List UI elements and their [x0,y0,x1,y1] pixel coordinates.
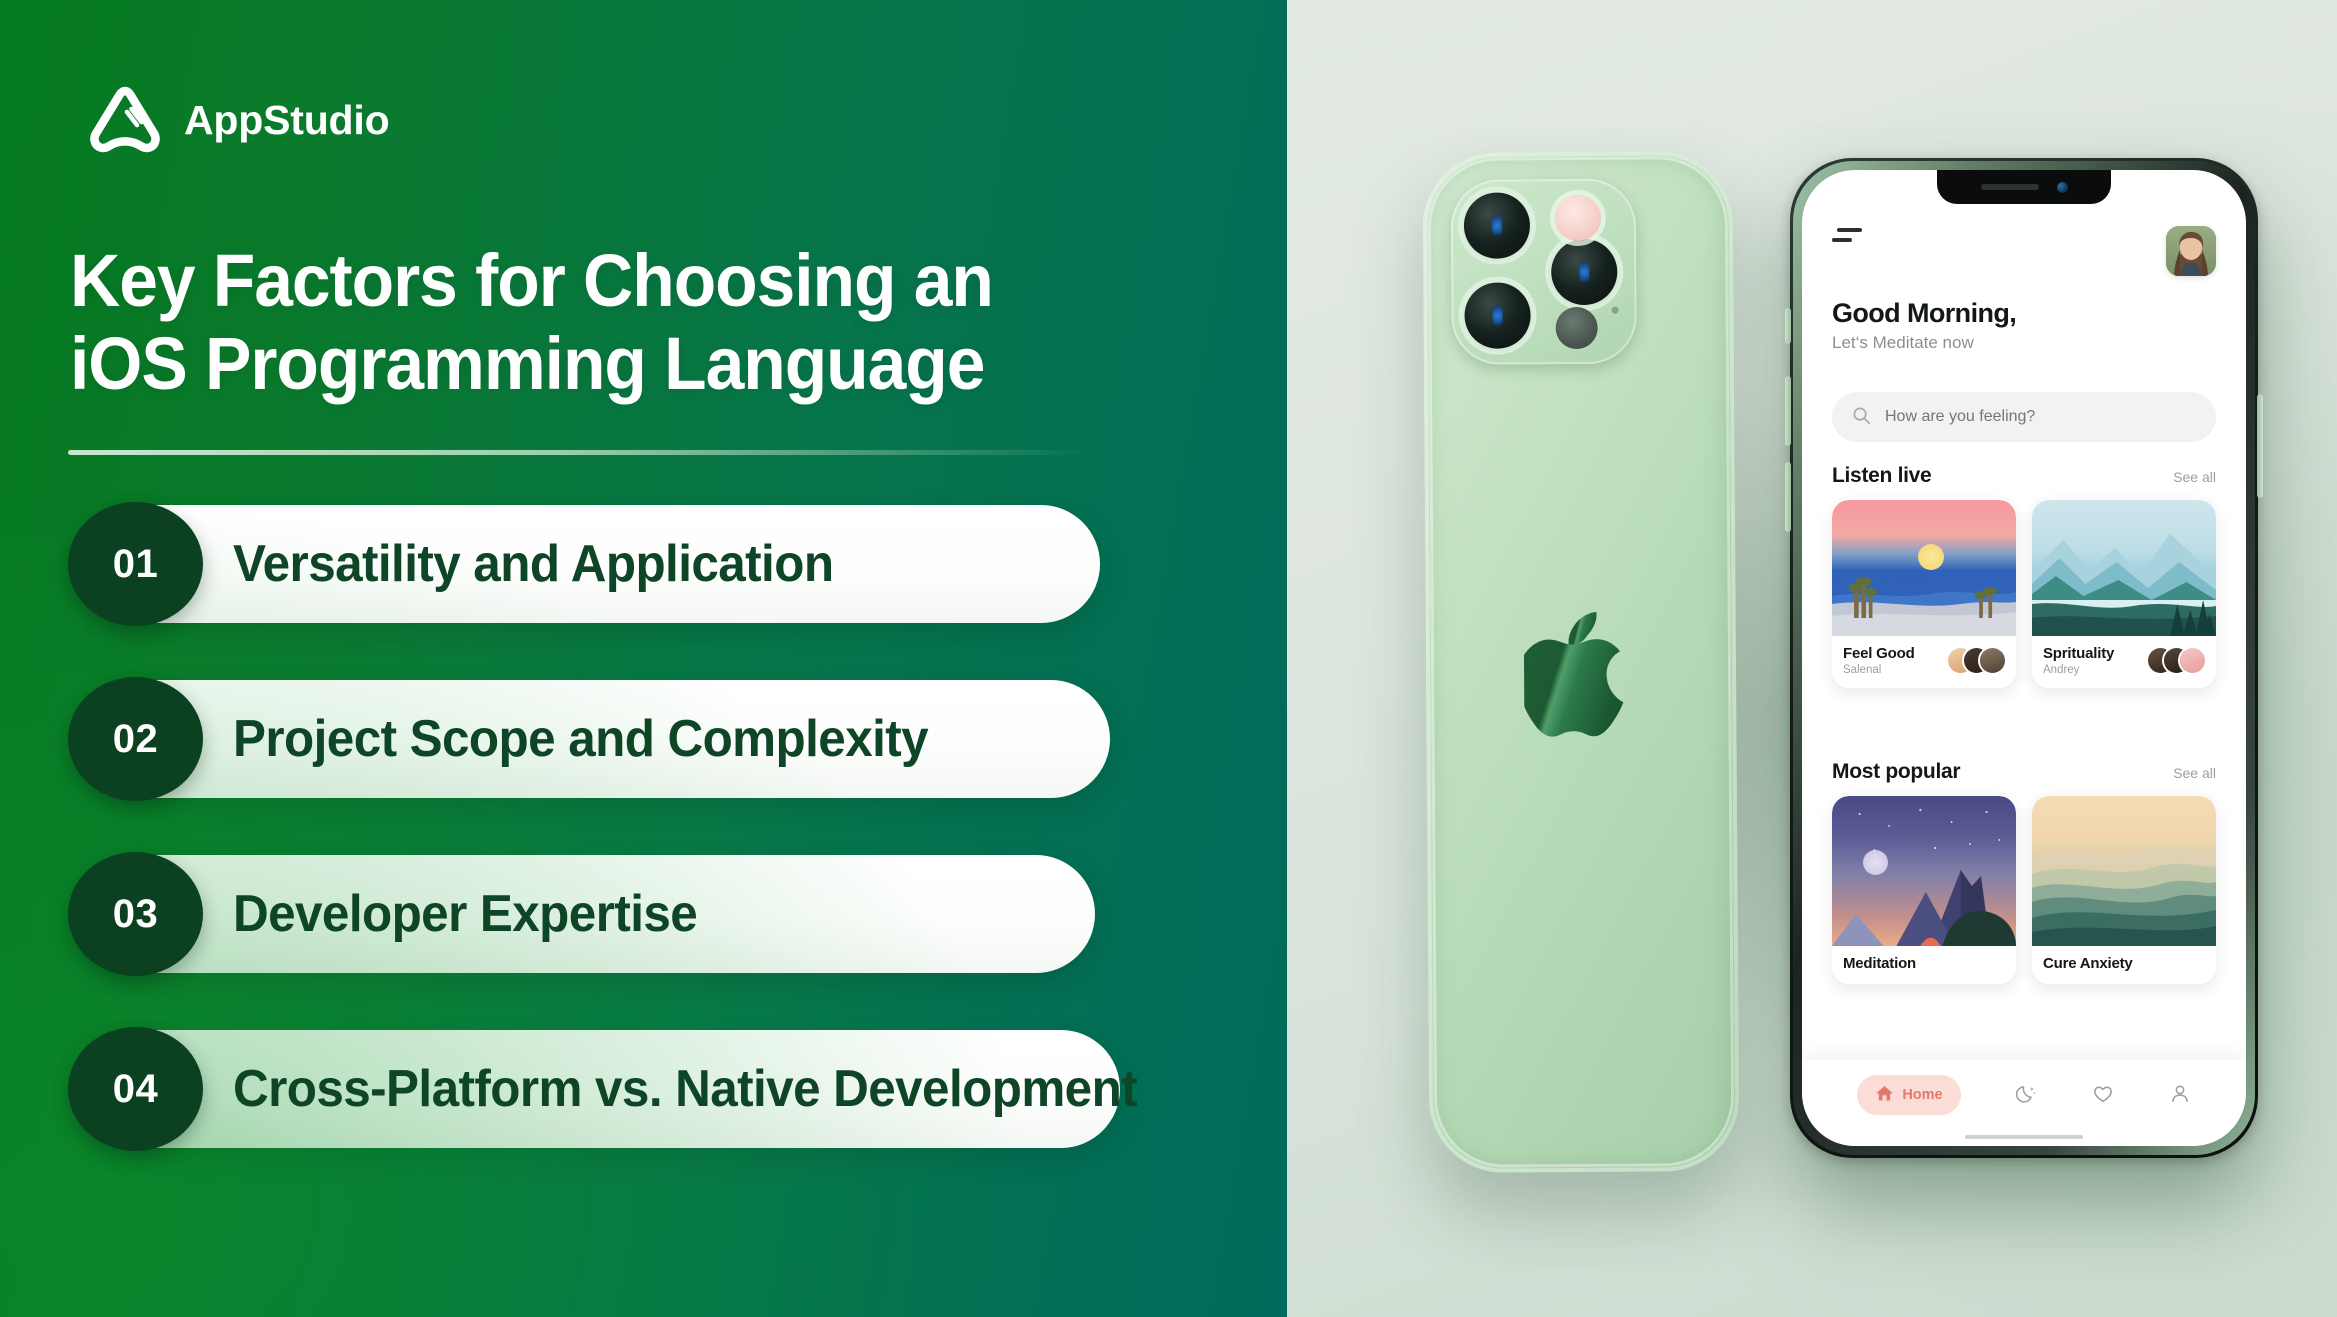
list-item[interactable]: 02 Project Scope and Complexity [68,677,1110,801]
list-item[interactable]: 01 Versatility and Application [68,502,1108,626]
camera-lens [1463,192,1531,259]
card-subtitle: Salenal [1843,664,1882,676]
section-title: Most popular [1832,760,1961,783]
list-item[interactable]: Sprituality Andrey [2032,500,2216,688]
see-all-link[interactable]: See all [2173,469,2216,485]
greeting-title: Good Morning, [1832,298,2017,328]
factor-number-badge: 01 [68,502,203,626]
card-title: Feel Good [1843,645,1915,662]
list-item[interactable]: 03 Developer Expertise [68,852,1108,976]
card-title: Cure Anxiety [2043,955,2133,972]
volume-down-button[interactable] [1785,462,1791,532]
avatar [1980,648,2005,673]
factor-number: 04 [112,1066,159,1111]
title-divider [68,450,1093,455]
lidar-sensor-icon [1555,306,1598,350]
heart-icon [2092,1083,2114,1108]
tab-favorites[interactable] [2092,1083,2114,1108]
list-item[interactable]: Cure Anxiety [2032,796,2216,984]
cards-most-popular: Meditation Cure Anxiety [1832,796,2216,984]
mountain-lake-scene [2032,500,2216,636]
factor-number: 02 [112,716,159,761]
volume-up-button[interactable] [1785,376,1791,446]
hazy-dunes-scene [2032,796,2216,946]
tab-sleep[interactable] [2015,1083,2037,1108]
search-icon [1852,406,1871,428]
card-meta: Meditation [1832,946,2016,984]
card-meta: Cure Anxiety [2032,946,2216,984]
moon-sparkle-icon [2015,1083,2037,1108]
home-icon [1875,1084,1894,1106]
tab-home[interactable]: Home [1857,1075,1961,1115]
bottom-navigation: Home [1802,1060,2246,1146]
triangle-arrow-logo-icon [88,85,162,155]
avatar [2180,648,2205,673]
phone-screen: Good Morning, Let‘s Meditate now How are… [1802,170,2246,1146]
earpiece-speaker-icon [1980,184,2039,190]
phone-bezel: Good Morning, Let‘s Meditate now How are… [1793,161,2255,1155]
card-title: Sprituality [2043,645,2115,662]
hamburger-menu-icon[interactable] [1832,226,1862,246]
left-green-panel: AppStudio Key Factors for Choosing an iO… [0,0,1287,1317]
camera-flash-icon [1554,194,1602,242]
person-icon [2169,1083,2191,1108]
section-title: Listen live [1832,464,1932,487]
list-item[interactable]: Feel Good Salenal [1832,500,2016,688]
camera-lens [1464,282,1531,349]
camera-lens [1551,238,1618,306]
cards-listen-live: Feel Good Salenal Sprituality Andrey [1832,500,2216,688]
power-button[interactable] [2257,394,2263,498]
search-bar[interactable] [1832,392,2216,442]
home-indicator [1965,1135,2083,1139]
section-header-listen-live: Listen live See all [1832,464,2216,488]
triple-camera-module-icon [1450,178,1637,365]
avatar-stack [1948,648,2005,673]
list-item[interactable]: Meditation [1832,796,2016,984]
meditation-app: Good Morning, Let‘s Meditate now How are… [1802,170,2246,1146]
factors-list: 01 Versatility and Application 02 Projec… [68,502,1138,1205]
factor-number: 03 [112,891,159,936]
card-meta: Sprituality Andrey [2032,636,2216,688]
mute-switch[interactable] [1785,308,1791,344]
tab-profile[interactable] [2169,1083,2191,1108]
card-meta: Feel Good Salenal [1832,636,2016,688]
app-header [1832,226,2216,276]
search-input[interactable] [1885,408,2196,426]
user-avatar-photo[interactable] [2166,226,2216,276]
factor-label: Developer Expertise [233,885,698,943]
greeting-block: Good Morning, Let‘s Meditate now [1832,298,2017,353]
section-header-most-popular: Most popular See all [1832,760,2216,784]
iphone-front-mockup: Good Morning, Let‘s Meditate now How are… [1785,158,2263,1158]
see-all-link[interactable]: See all [2173,765,2216,781]
front-camera-icon [2056,181,2068,193]
factor-number-badge: 04 [68,1027,203,1151]
desert-sunset-scene [1832,500,2016,636]
microphone-hole-icon [1611,306,1619,314]
brand-logo[interactable]: AppStudio [88,85,390,155]
factor-label: Project Scope and Complexity [233,710,929,768]
list-item[interactable]: 04 Cross-Platform vs. Native Development [68,1027,1138,1151]
factor-number-badge: 03 [68,852,203,976]
tab-home-label: Home [1902,1087,1943,1103]
apple-logo-icon [1518,611,1639,749]
iphone-back-mockup [1422,150,1740,1174]
factor-number: 01 [112,541,159,586]
card-subtitle: Andrey [2043,664,2080,676]
page-title: Key Factors for Choosing an iOS Programm… [70,239,994,405]
factor-number-badge: 02 [68,677,203,801]
factor-label: Cross-Platform vs. Native Development [233,1060,1138,1118]
notch-speaker-camera [1937,170,2111,204]
factor-label: Versatility and Application [233,535,834,593]
brand-name: AppStudio [184,96,390,143]
avatar-stack [2148,648,2205,673]
card-title: Meditation [1843,955,1916,972]
night-mountain-scene [1832,796,2016,946]
poster-canvas: AppStudio Key Factors for Choosing an iO… [0,0,2337,1317]
greeting-subtitle: Let‘s Meditate now [1832,333,1974,352]
